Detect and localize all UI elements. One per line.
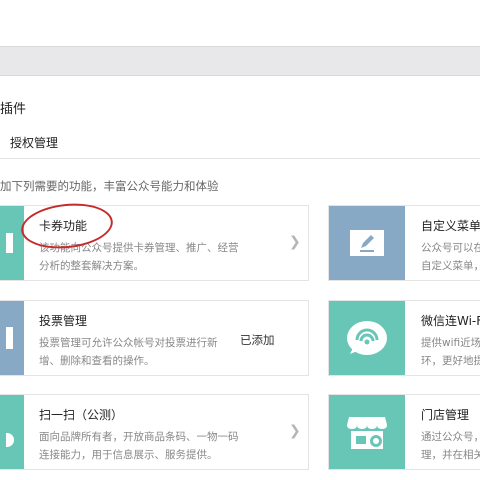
- plugin-description: 加下列需要的功能，丰富公众号能力和体验: [0, 179, 219, 193]
- plugin-name: 微信连Wi-Fi: [421, 314, 480, 328]
- plugin-description-line: 理，并在相关: [421, 449, 480, 461]
- chevron-right-icon[interactable]: ❯: [289, 423, 301, 439]
- plugin-description-line: 通过公众号，: [421, 431, 480, 443]
- plugin-card-scan[interactable]: 扫一扫（公测） 面向品牌所有者，开放商品条码、一物一码 连接能力，用于信息展示、…: [0, 394, 309, 470]
- plugin-description-line: 连接能力，用于信息展示、服务提供。: [39, 449, 218, 461]
- coupon-plugin-icon: [0, 206, 24, 280]
- scan-plugin-icon: [0, 395, 24, 469]
- plugin-card-custom-menu[interactable]: 自定义菜单 公众号可以在 自定义菜单，: [328, 205, 480, 281]
- navigation-gray-bar: [0, 46, 480, 76]
- chevron-right-icon[interactable]: ❯: [289, 234, 301, 250]
- plugin-description-line: 分析的整套解决方案。: [39, 260, 144, 272]
- tab-authorization-management[interactable]: 授权管理: [10, 134, 58, 156]
- page-title: 插件: [0, 102, 27, 117]
- store-plugin-icon: [329, 395, 405, 469]
- plugin-description-line: 公众号可以在: [421, 242, 480, 254]
- plugin-name: 扫一扫（公测）: [39, 408, 124, 422]
- status-added-label: 已添加: [240, 333, 275, 347]
- plugin-description-line: 提供wifi近场服: [421, 337, 480, 349]
- plugin-name: 门店管理: [421, 408, 470, 422]
- plugin-name: 卡券功能: [39, 219, 88, 233]
- store-icon: [347, 417, 387, 449]
- plugin-description-line: 该功能向公众号提供卡券管理、推广、经营: [39, 242, 239, 254]
- custom-menu-plugin-icon: [329, 206, 405, 280]
- plugin-card-voting[interactable]: 投票管理 投票管理可允许公众帐号对投票进行新 增、删除和查看的操作。 已添加: [0, 300, 309, 376]
- plugin-description-line: 环，更好地提: [421, 355, 480, 367]
- top-header-bar: [0, 0, 480, 46]
- plugin-name: 自定义菜单: [421, 219, 480, 233]
- plugin-description-line: 投票管理可允许公众帐号对投票进行新: [39, 337, 218, 349]
- wifi-icon: [347, 321, 387, 355]
- plugin-description-line: 面向品牌所有者，开放商品条码、一物一码: [39, 431, 239, 443]
- plugin-card-wifi[interactable]: 微信连Wi-Fi 提供wifi近场服 环，更好地提: [328, 300, 480, 376]
- plugin-card-coupons[interactable]: 卡券功能 该功能向公众号提供卡券管理、推广、经营 分析的整套解决方案。 ❯: [0, 205, 309, 281]
- voting-plugin-icon: [0, 301, 24, 375]
- tab-divider: [0, 158, 480, 159]
- plugin-card-store-management[interactable]: 门店管理 通过公众号， 理，并在相关: [328, 394, 480, 470]
- plugin-description-line: 自定义菜单，: [421, 260, 480, 272]
- wifi-plugin-icon: [329, 301, 405, 375]
- edit-icon: [350, 230, 384, 256]
- plugin-description-line: 增、删除和查看的操作。: [39, 355, 155, 367]
- plugin-name: 投票管理: [39, 314, 88, 328]
